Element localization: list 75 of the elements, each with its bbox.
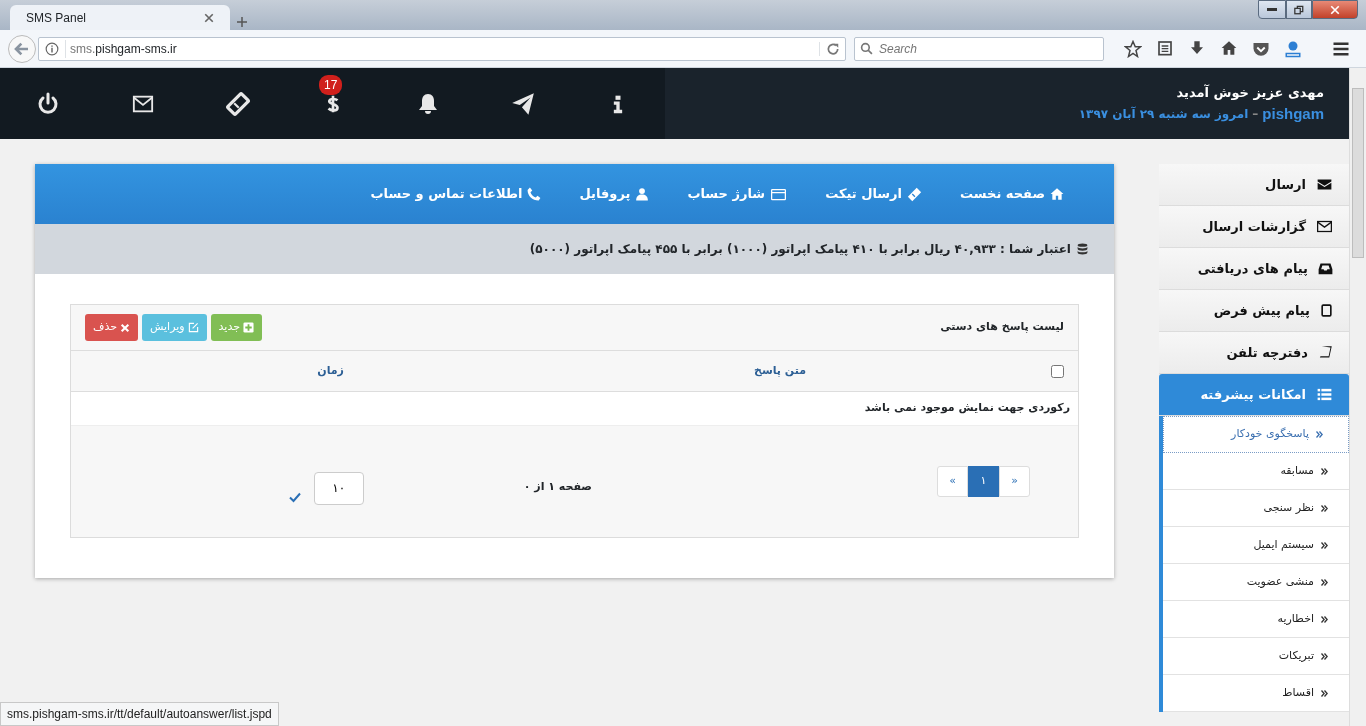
inbox-icon bbox=[1318, 261, 1333, 276]
search-field[interactable]: Search bbox=[854, 36, 1104, 61]
panel-title: لیست پاسخ های دستی bbox=[940, 319, 1064, 336]
select-all-checkbox[interactable] bbox=[1051, 364, 1064, 378]
sidebar-item[interactable]: پیام پیش فرض bbox=[1159, 290, 1349, 332]
browser-tab[interactable]: SMS Panel bbox=[10, 5, 230, 30]
ticket-icon bbox=[224, 90, 251, 117]
header-ticket-button[interactable] bbox=[224, 90, 251, 117]
sidebar-item[interactable]: ارسال bbox=[1159, 164, 1349, 206]
chevrons-icon bbox=[1320, 689, 1329, 698]
tab-title: SMS Panel bbox=[26, 9, 87, 27]
tablet-icon bbox=[1320, 303, 1333, 318]
minimize-button[interactable] bbox=[1258, 0, 1286, 19]
chevrons-icon bbox=[1320, 652, 1329, 661]
chevrons-icon bbox=[1320, 578, 1329, 587]
sidebar-item[interactable]: گزارشات ارسال bbox=[1159, 206, 1349, 248]
nav-link[interactable]: شارژ حساب bbox=[687, 184, 788, 204]
welcome-text: مهدی عزیز خوش آمدید bbox=[1175, 83, 1324, 102]
nav-link[interactable]: اطلاعات تماس و حساب bbox=[370, 184, 542, 204]
username: pishgam bbox=[1262, 103, 1324, 124]
nav-link[interactable]: پروفایل bbox=[579, 184, 650, 204]
maximize-button[interactable] bbox=[1286, 0, 1312, 19]
account-icon[interactable] bbox=[1284, 39, 1302, 58]
menu-icon[interactable] bbox=[1332, 39, 1350, 58]
chevrons-icon bbox=[1320, 504, 1329, 513]
chevrons-icon bbox=[1320, 615, 1329, 624]
reading-list-icon[interactable] bbox=[1157, 39, 1173, 56]
next-page-button[interactable]: » bbox=[937, 465, 968, 497]
home-icon bbox=[1050, 187, 1064, 201]
sidebar-item[interactable]: پیام های دریافتی bbox=[1159, 248, 1349, 290]
home-icon[interactable] bbox=[1221, 39, 1237, 56]
minimize-icon bbox=[1267, 8, 1277, 11]
new-tab-icon[interactable] bbox=[236, 15, 248, 28]
close-icon[interactable] bbox=[204, 12, 214, 23]
empty-message: رکوردی جهت نمایش موجود نمی باشد bbox=[864, 400, 1070, 417]
back-button[interactable] bbox=[8, 34, 36, 63]
page-button[interactable]: ۱ bbox=[968, 465, 999, 497]
notification-badge: 17 bbox=[319, 74, 343, 95]
list-icon bbox=[1316, 387, 1333, 402]
date-text: امروز سه شنبه ۲۹ آبان ۱۳۹۷ bbox=[1078, 105, 1249, 123]
credit-text: اعتبار شما : ۴۰,۹۳۳ ریال برابر با ۴۱۰ پیامک اپراتور (۱۰۰۰) برابر با ۴۵۵ پیامک اپراتور (۵۰۰۰) bbox=[529, 241, 1071, 258]
page-summary: صفحه ۱ از ۰ bbox=[523, 478, 592, 495]
edit-icon bbox=[187, 322, 199, 333]
download-icon[interactable] bbox=[1189, 39, 1205, 56]
star-icon[interactable] bbox=[1124, 39, 1142, 58]
phone-icon bbox=[527, 187, 542, 201]
restore-icon bbox=[1294, 4, 1304, 15]
credit-card-icon bbox=[770, 186, 788, 202]
sidebar-item[interactable]: امکانات پیشرفته bbox=[1159, 374, 1349, 416]
nav-link[interactable]: صفحه نخست bbox=[960, 184, 1064, 204]
separator: – bbox=[1252, 105, 1259, 123]
check-icon[interactable] bbox=[287, 490, 302, 503]
close-icon bbox=[1330, 4, 1340, 15]
previous-page-button[interactable]: « bbox=[999, 465, 1030, 497]
nav-link[interactable]: ارسال تیکت bbox=[825, 184, 923, 204]
plus-icon bbox=[243, 322, 254, 333]
page-size-field[interactable]: ۱۰ bbox=[313, 471, 364, 505]
delete-button[interactable]: حذف bbox=[85, 314, 138, 341]
reload-icon[interactable] bbox=[825, 41, 840, 56]
chevrons-icon bbox=[1320, 541, 1329, 550]
close-window-button[interactable] bbox=[1312, 0, 1358, 19]
info-icon bbox=[45, 41, 59, 56]
sidebar-item[interactable]: دفترچه تلفن bbox=[1159, 332, 1349, 374]
envelope-icon bbox=[1316, 219, 1333, 234]
chevrons-icon bbox=[1320, 467, 1329, 476]
column-header[interactable]: متن پاسخ bbox=[753, 362, 806, 380]
chevrons-icon bbox=[1315, 430, 1324, 439]
column-header[interactable]: زمان bbox=[317, 362, 344, 380]
envelope-icon bbox=[1316, 177, 1333, 192]
database-icon bbox=[1076, 242, 1089, 256]
scrollbar[interactable] bbox=[1349, 68, 1366, 726]
close-icon bbox=[120, 322, 130, 333]
user-icon bbox=[635, 187, 650, 201]
status-url: sms.pishgam-sms.ir/tt/default/autoanswer/list.jspd bbox=[0, 702, 279, 726]
back-arrow-icon bbox=[14, 40, 30, 57]
